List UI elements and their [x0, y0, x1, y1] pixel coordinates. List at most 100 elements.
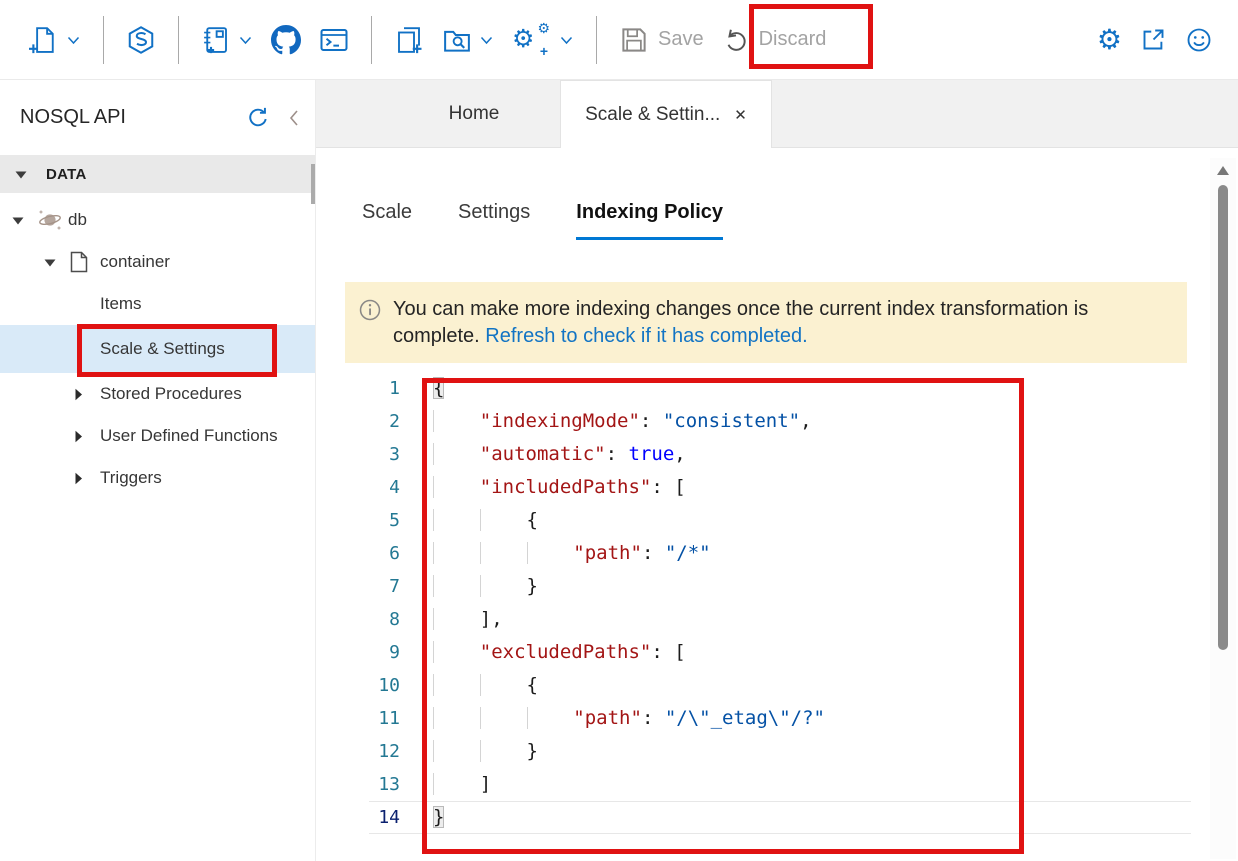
code-text: "path": "/*" — [415, 537, 711, 570]
code-text: "automatic": true, — [415, 438, 686, 471]
code-token: ] — [480, 773, 491, 795]
indent-guide — [480, 575, 527, 597]
sidebar-item-stored-procedures[interactable]: Stored Procedures — [0, 373, 315, 415]
indexing-policy-editor[interactable]: 1{2 "indexingMode": "consistent",3 "auto… — [369, 372, 1191, 834]
code-token: , — [674, 443, 685, 465]
indent-guide — [527, 542, 574, 564]
code-line: 11 "path": "/\"_etag\"/?" — [369, 702, 1191, 735]
chevron-down-icon — [66, 34, 81, 46]
collapse-panel-icon[interactable] — [287, 108, 301, 128]
open-terminal-button[interactable] — [310, 25, 358, 55]
gears-add-icon: ⚙⚙+ — [512, 27, 552, 52]
sub-tab-bar: Scale Settings Indexing Policy — [362, 201, 1238, 240]
document-icon — [68, 250, 98, 274]
code-text: "includedPaths": [ — [415, 471, 686, 504]
discard-button[interactable]: Discard — [713, 26, 836, 54]
settings-button[interactable]: ⚙ — [1088, 26, 1131, 54]
sidebar-scrollbar-thumb[interactable] — [311, 164, 315, 204]
code-token: { — [527, 674, 538, 696]
api-title: NOSQL API — [20, 106, 245, 129]
code-text: } — [415, 570, 538, 603]
indent-guide — [433, 476, 480, 498]
tree-item-label: Triggers — [100, 468, 162, 488]
subtab-scale[interactable]: Scale — [362, 201, 412, 240]
new-container-button[interactable] — [20, 25, 90, 55]
code-text: { — [415, 372, 444, 405]
gear-icon: ⚙ — [1097, 26, 1122, 54]
line-number: 14 — [369, 801, 415, 834]
code-line: 1{ — [369, 372, 1191, 405]
line-number: 4 — [369, 471, 415, 504]
scroll-up-icon[interactable] — [1210, 158, 1236, 182]
tab-label: Scale & Settin... — [585, 104, 720, 126]
tree-item-label: Scale & Settings — [100, 339, 225, 359]
github-button[interactable] — [262, 25, 310, 55]
caret-down-icon[interactable] — [12, 215, 36, 226]
line-number: 9 — [369, 636, 415, 669]
tree-item-label: container — [100, 252, 170, 272]
fullscreen-button[interactable] — [1131, 26, 1176, 53]
resource-tree: db container Items Scale & Settings Stored P… — [0, 193, 315, 499]
code-token: } — [527, 740, 538, 762]
info-icon — [359, 299, 381, 321]
sidebar-item-container[interactable]: container — [0, 241, 315, 283]
notebook-add-icon — [201, 25, 231, 55]
smiley-icon — [1185, 26, 1213, 54]
sidebar-section-data[interactable]: DATA — [0, 155, 315, 193]
caret-right-icon[interactable] — [74, 472, 98, 485]
new-query-button[interactable] — [385, 25, 433, 55]
line-number: 5 — [369, 504, 415, 537]
code-token: "includedPaths" — [480, 476, 652, 498]
save-button[interactable]: Save — [610, 25, 713, 55]
code-token: : — [642, 707, 665, 729]
code-text: { — [415, 669, 538, 702]
synapse-link-button[interactable] — [117, 25, 165, 55]
tab-scale-settin-[interactable]: Scale & Settin... ✕ — [560, 80, 772, 148]
caret-right-icon[interactable] — [74, 388, 98, 401]
sidebar-item-scale-settings[interactable]: Scale & Settings — [0, 325, 315, 373]
code-token: "excludedPaths" — [480, 641, 652, 663]
refresh-icon[interactable] — [245, 105, 271, 131]
close-icon[interactable]: ✕ — [734, 106, 747, 124]
code-token: "path" — [573, 542, 642, 564]
chevron-down-icon — [559, 34, 574, 46]
subtab-settings[interactable]: Settings — [458, 201, 530, 240]
code-token: { — [527, 509, 538, 531]
info-banner: You can make more indexing changes once … — [345, 282, 1187, 363]
sidebar-item-items[interactable]: Items — [0, 283, 315, 325]
sidebar-item-triggers[interactable]: Triggers — [0, 457, 315, 499]
code-line: 4 "includedPaths": [ — [369, 471, 1191, 504]
sidebar-item-db[interactable]: db — [0, 199, 315, 241]
toolbar-separator — [371, 16, 372, 64]
discard-button-label: Discard — [759, 28, 827, 51]
line-number: 7 — [369, 570, 415, 603]
subtab-indexing-policy[interactable]: Indexing Policy — [576, 201, 723, 240]
line-number: 13 — [369, 768, 415, 801]
sidebar-item-user-defined-functions[interactable]: User Defined Functions — [0, 415, 315, 457]
sidebar-header: NOSQL API — [0, 80, 315, 155]
tab-home[interactable]: Home — [388, 80, 560, 147]
code-text: } — [415, 801, 444, 834]
code-token: "/*" — [665, 542, 711, 564]
new-stored-procedure-button[interactable]: ⚙⚙+ — [503, 27, 583, 52]
code-token: "path" — [573, 707, 642, 729]
code-text: "path": "/\"_etag\"/?" — [415, 702, 825, 735]
planet-icon — [36, 207, 66, 233]
line-number: 3 — [369, 438, 415, 471]
undo-icon — [722, 26, 750, 54]
indent-guide — [433, 509, 480, 531]
tree-item-label: Stored Procedures — [100, 384, 242, 404]
code-token: "indexingMode" — [480, 410, 640, 432]
caret-right-icon[interactable] — [74, 430, 98, 443]
tree-item-label: Items — [100, 294, 142, 314]
code-token: : — [642, 542, 665, 564]
code-line: 7 } — [369, 570, 1191, 603]
feedback-button[interactable] — [1176, 26, 1222, 54]
caret-down-icon[interactable] — [44, 257, 68, 268]
scrollbar-thumb[interactable] — [1218, 185, 1228, 650]
banner-refresh-link[interactable]: Refresh to check if it has completed. — [485, 325, 807, 347]
open-query-button[interactable] — [433, 25, 503, 55]
code-token: "consistent" — [663, 410, 800, 432]
code-line: 10 { — [369, 669, 1191, 702]
new-notebook-button[interactable] — [192, 25, 262, 55]
